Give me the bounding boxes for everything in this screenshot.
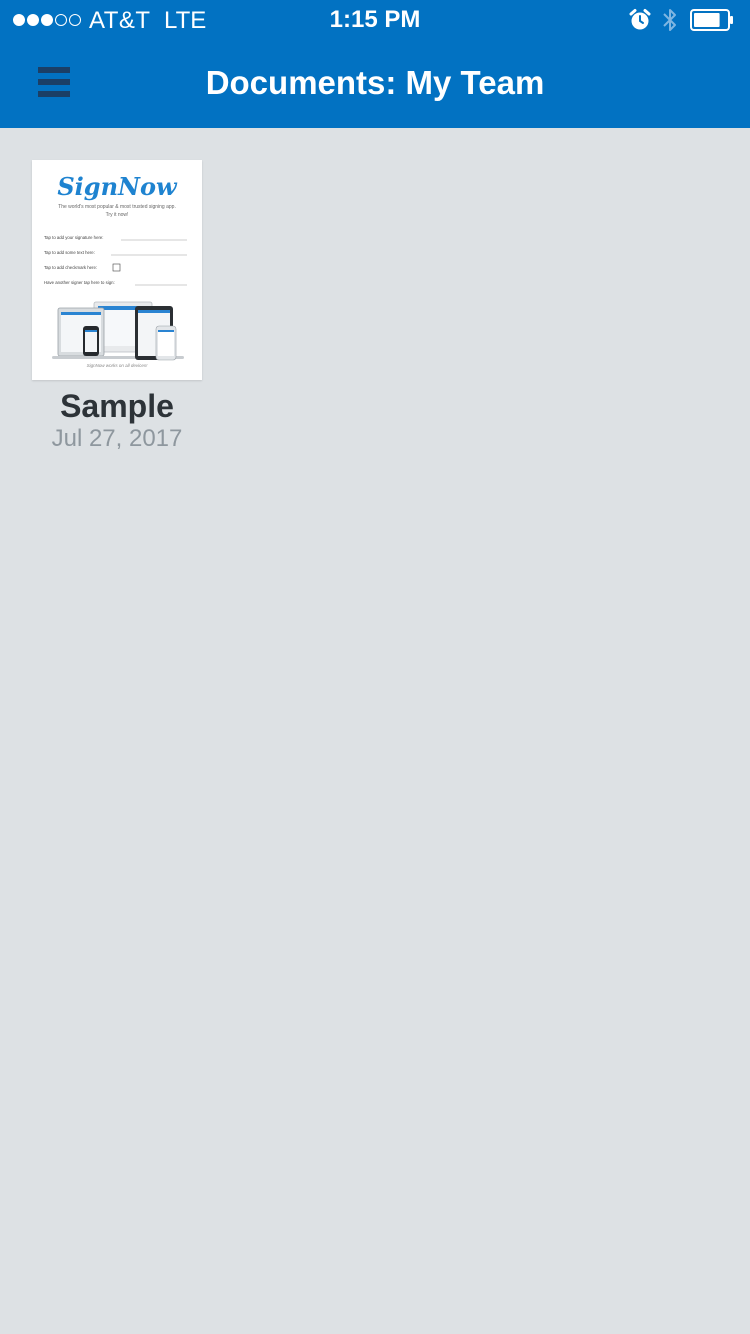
thumbnail-footer: SignNow works on all devices! xyxy=(87,363,149,368)
thumbnail-tagline2: Try it now! xyxy=(106,212,129,218)
bluetooth-icon xyxy=(663,9,676,31)
battery-icon xyxy=(690,9,733,31)
thumbnail-tagline: The world's most popular & most trusted … xyxy=(58,204,176,210)
thumbnail-line: Have another signer tap here to sign: xyxy=(44,280,115,285)
thumbnail-line: Tap to add your signature here: xyxy=(44,235,103,240)
thumbnail-line: Tap to add checkmark here: xyxy=(44,265,97,270)
page-title: Documents: My Team xyxy=(205,64,545,101)
document-name[interactable]: Sample xyxy=(32,388,202,424)
document-card[interactable]: SignNow The world's most popular & most … xyxy=(32,160,202,454)
documents-grid: SignNow The world's most popular & most … xyxy=(0,128,750,1334)
document-thumbnail[interactable]: SignNow The world's most popular & most … xyxy=(32,160,202,380)
thumbnail-preview: SignNow The world's most popular & most … xyxy=(44,172,187,368)
status-bar: AT&T LTE 1:15 PM xyxy=(0,0,750,40)
document-date: Jul 27, 2017 xyxy=(51,425,183,452)
thumbnail-line: Tap to add some text here: xyxy=(44,250,95,255)
app-header: AT&T LTE 1:15 PM Documents: My Team xyxy=(0,0,750,128)
navigation-bar: Documents: My Team xyxy=(0,40,750,128)
thumbnail-logo: SignNow xyxy=(57,172,178,201)
alarm-icon xyxy=(629,9,651,30)
